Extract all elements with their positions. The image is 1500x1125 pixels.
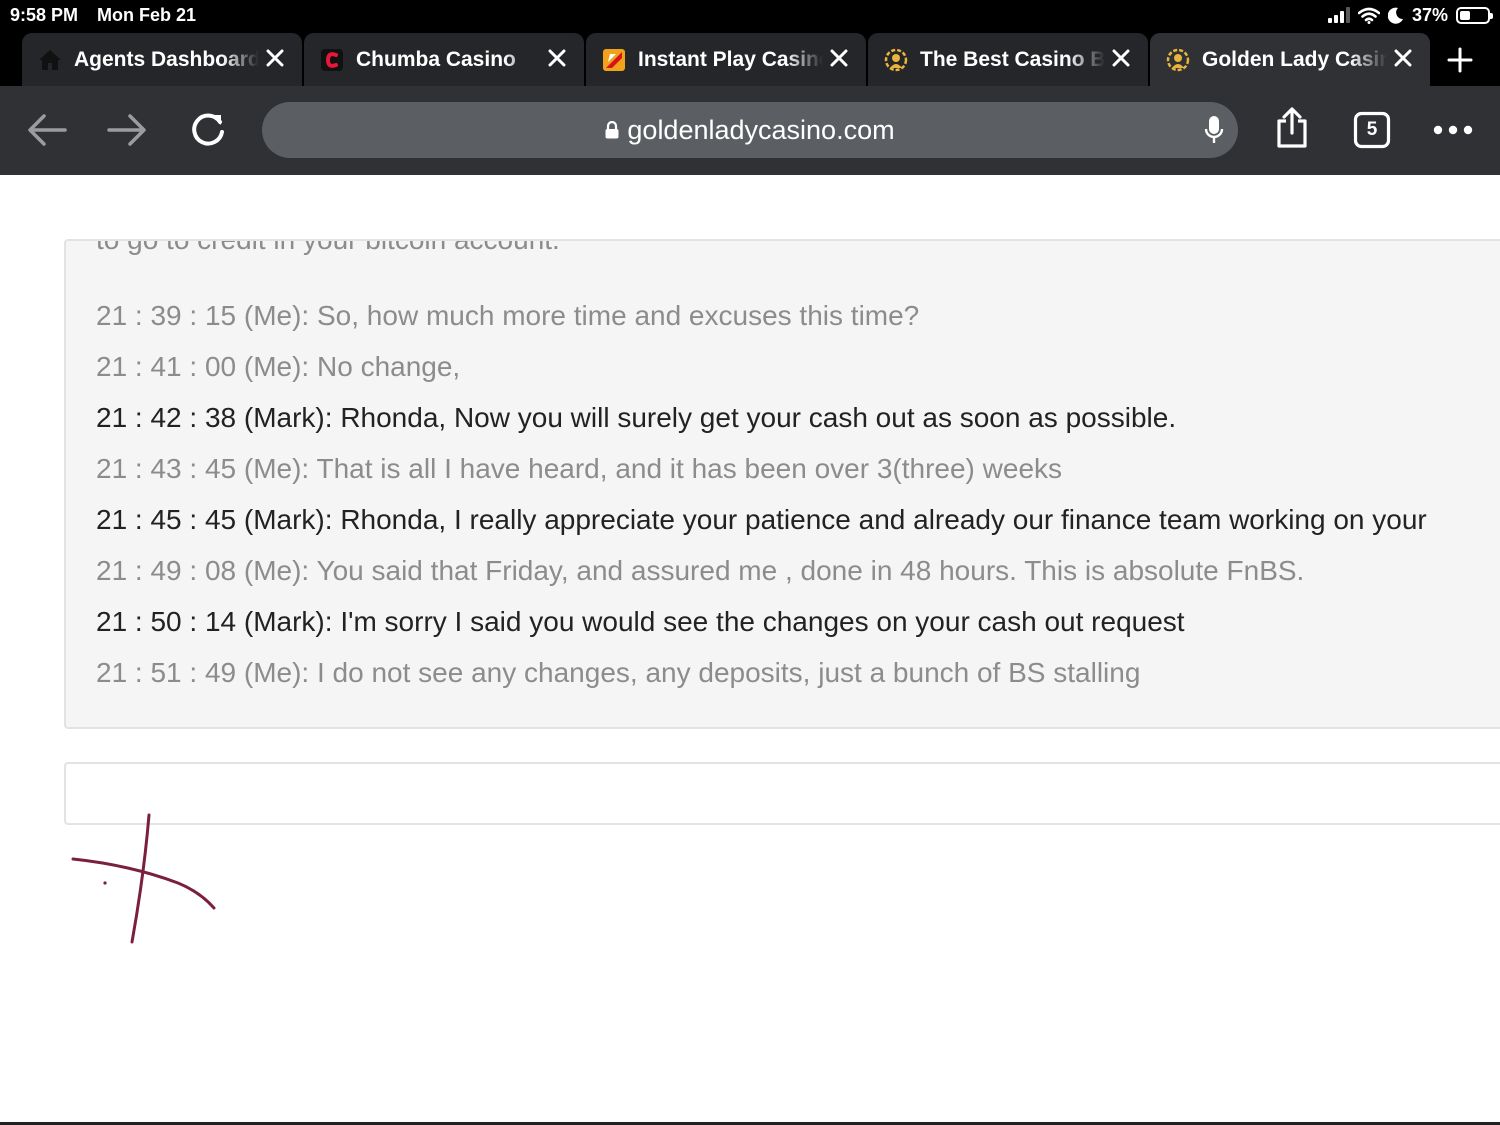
microphone-icon[interactable]: [1204, 115, 1224, 150]
close-tab-icon[interactable]: [1108, 45, 1134, 71]
wifi-icon: [1357, 7, 1380, 24]
tab-instant-play-casino[interactable]: Instant Play Casino: [586, 33, 866, 86]
back-arrow-icon: [28, 114, 67, 146]
chat-message: 21 : 45 : 45 (Mark): Rhonda, I really ap…: [96, 504, 1427, 535]
tab-count: 5: [1366, 119, 1378, 140]
instant-play-logo-icon: [602, 48, 626, 72]
close-tab-icon[interactable]: [826, 45, 852, 71]
reload-button[interactable]: [186, 108, 230, 152]
chumba-logo-icon: [320, 48, 344, 72]
chat-message: 21 : 41 : 00 (Me): No change,: [96, 351, 461, 382]
tab-strip: Agents Dashboard Chumba Casino Instant P…: [0, 30, 1500, 86]
moon-icon: [1387, 7, 1403, 24]
share-button[interactable]: [1270, 104, 1314, 152]
chat-message: 21 : 49 : 08 (Me): You said that Friday,…: [96, 555, 1305, 586]
tab-title: Instant Play Casino: [638, 47, 823, 71]
close-tab-icon[interactable]: [1390, 45, 1416, 71]
forward-arrow-icon: [107, 114, 146, 146]
tab-golden-lady-casino[interactable]: Golden Lady Casino: [1150, 33, 1430, 86]
golden-lady-logo-icon: [884, 48, 908, 72]
battery-icon: [1456, 6, 1493, 24]
more-menu-button[interactable]: [1430, 116, 1476, 144]
tab-best-casino-bonus[interactable]: The Best Casino Bonus: [868, 33, 1148, 86]
battery-percent: 37%: [1411, 4, 1448, 25]
tab-title: Chumba Casino: [356, 47, 516, 71]
forward-button[interactable]: [104, 110, 150, 150]
chat-message: 21 : 42 : 38 (Mark): Rhonda, Now you wil…: [96, 402, 1177, 433]
close-tab-icon[interactable]: [262, 45, 288, 71]
back-button[interactable]: [24, 110, 70, 150]
close-tab-icon[interactable]: [544, 45, 570, 71]
chat-message: 21 : 50 : 14 (Mark): I'm sorry I said yo…: [96, 606, 1185, 637]
hand-drawn-cross-mark: [71, 813, 216, 944]
tab-title: The Best Casino Bonus: [920, 47, 1105, 71]
tab-title: Agents Dashboard: [74, 47, 259, 71]
battery-fill: [1460, 10, 1470, 20]
tab-agents-dashboard[interactable]: Agents Dashboard: [22, 33, 302, 86]
tab-switcher-button[interactable]: 5: [1352, 110, 1392, 150]
chat-message: 21 : 51 : 49 (Me): I do not see any chan…: [96, 657, 1141, 688]
chat-message-partial: to go to credit in your bitcoin account.: [96, 239, 560, 255]
status-indicators: 37%: [1327, 4, 1493, 26]
url-text: goldenladycasino.com: [627, 114, 895, 145]
chat-message: 21 : 43 : 45 (Me): That is all I have he…: [96, 453, 1063, 484]
more-dots-icon: [1433, 125, 1473, 135]
message-input[interactable]: [64, 762, 1500, 825]
lock-icon: [605, 121, 619, 139]
address-bar[interactable]: goldenladycasino.com: [262, 102, 1238, 158]
share-icon: [1277, 107, 1307, 148]
status-date: Mon Feb 21: [97, 5, 197, 25]
tab-chumba-casino[interactable]: Chumba Casino: [304, 33, 584, 86]
browser-toolbar: goldenladycasino.com 5: [0, 86, 1500, 175]
status-time: 9:58 PM: [10, 5, 79, 25]
url-display[interactable]: goldenladycasino.com: [262, 102, 1238, 158]
status-time-date: 9:58 PM Mon Feb 21: [10, 5, 210, 26]
chat-message: 21 : 39 : 15 (Me): So, how much more tim…: [96, 300, 920, 331]
chat-transcript[interactable]: to go to credit in your bitcoin account.…: [64, 239, 1500, 729]
plus-icon: [1447, 47, 1473, 73]
new-tab-button[interactable]: [1440, 42, 1480, 78]
tab-title: Golden Lady Casino: [1202, 47, 1387, 71]
reload-icon: [192, 113, 224, 146]
golden-lady-logo-icon: [1166, 48, 1190, 72]
home-icon: [38, 48, 62, 72]
status-bar: 9:58 PM Mon Feb 21 37%: [0, 0, 1500, 30]
cellular-signal-icon: [1327, 7, 1350, 23]
